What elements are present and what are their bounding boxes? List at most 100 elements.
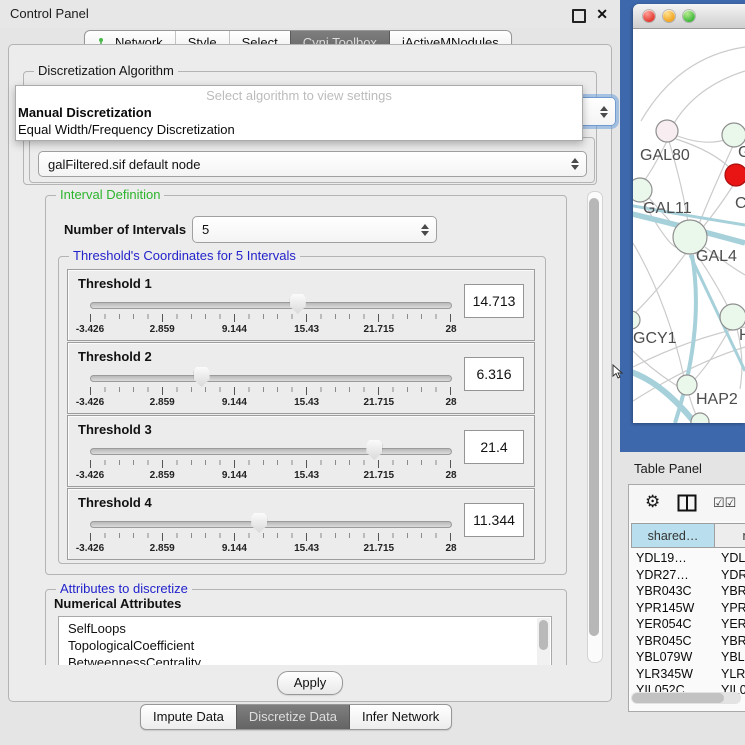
- table-toolbar: ⚙ ☑☑: [629, 485, 745, 521]
- svg-text:H: H: [739, 327, 745, 344]
- slider-tick-labels: -3.4262.8599.14415.4321.71528: [90, 543, 451, 555]
- threshold-label: Threshold 4: [78, 495, 152, 510]
- threshold-label: Threshold 3: [78, 422, 152, 437]
- slider-track[interactable]: [90, 302, 452, 309]
- node-table: ⚙ ☑☑ shared… na YDL19…YDL1 YDR27…YDR2 YB…: [628, 484, 745, 712]
- stepper-icon: [571, 158, 579, 170]
- table-panel: Table Panel ⚙ ☑☑ shared… na YDL19…YDL1 Y…: [620, 452, 745, 745]
- float-window-icon[interactable]: [572, 9, 586, 23]
- slider-thumb[interactable]: [290, 294, 306, 314]
- attributes-list[interactable]: SelfLoops TopologicalCoefficient Between…: [58, 616, 552, 665]
- stepper-icon: [600, 106, 608, 118]
- node-hap2[interactable]: [677, 375, 697, 395]
- threshold-value-field[interactable]: 14.713: [464, 284, 524, 318]
- node-partial[interactable]: [691, 413, 709, 423]
- table-panel-title: Table Panel: [634, 461, 702, 476]
- num-intervals-combobox[interactable]: 5: [192, 216, 437, 243]
- popup-option-equal-width[interactable]: Equal Width/Frequency Discretization: [18, 121, 235, 138]
- bottom-tab-bar: Impute Data Discretize Data Infer Networ…: [140, 704, 452, 730]
- slider-thumb[interactable]: [251, 513, 267, 533]
- svg-text:GAL80: GAL80: [640, 147, 690, 164]
- node-gcy1[interactable]: [633, 311, 640, 329]
- panel-title: Control Panel: [10, 0, 89, 28]
- list-item[interactable]: SelfLoops: [59, 620, 551, 637]
- tab-infer-network[interactable]: Infer Network: [349, 705, 451, 729]
- slider-ticks: [90, 460, 451, 468]
- minimize-traffic-light[interactable]: [663, 10, 675, 22]
- list-item[interactable]: BetweennessCentrality: [59, 654, 551, 665]
- column-header-shared[interactable]: shared…: [631, 523, 715, 548]
- threshold-slider[interactable]: -3.4262.8599.14415.4321.71528: [90, 296, 450, 336]
- list-scrollbar[interactable]: [537, 618, 550, 665]
- threshold-value-field[interactable]: 21.4: [464, 430, 524, 464]
- stepper-icon: [421, 224, 429, 236]
- table-row[interactable]: YPR145WYPR1: [631, 601, 745, 618]
- tab-impute-data[interactable]: Impute Data: [141, 705, 236, 729]
- slider-track[interactable]: [90, 448, 452, 455]
- group-title: Threshold's Coordinates for 5 Intervals: [69, 248, 300, 264]
- network-view-window: GAL80 GA C GAL11 GAL4 GCY1 H HAP2: [633, 4, 745, 423]
- table-row[interactable]: YDR27…YDR2: [631, 568, 745, 585]
- table-data-combobox[interactable]: galFiltered.sif default node: [38, 151, 587, 177]
- threshold-panel: Threshold 3 -3.4262.8599.14415.4321.7152…: [67, 415, 535, 487]
- thresholds-group: Threshold's Coordinates for 5 Intervals …: [58, 256, 546, 564]
- close-traffic-light[interactable]: [643, 10, 655, 22]
- slider-tick-labels: -3.4262.8599.14415.4321.71528: [90, 397, 451, 409]
- combo-value: 5: [202, 222, 209, 237]
- node-selected-red[interactable]: [725, 164, 745, 186]
- tab-label: Impute Data: [153, 705, 224, 729]
- table-row[interactable]: YBL079WYBL0: [631, 650, 745, 667]
- settings-scrollbar[interactable]: [587, 191, 603, 663]
- group-title: Discretization Algorithm: [34, 63, 178, 79]
- algorithm-dropdown-popup: Select algorithm to view settings Manual…: [15, 85, 583, 141]
- popup-option-manual-discretization[interactable]: Manual Discretization: [18, 104, 152, 121]
- popup-hint: Select algorithm to view settings: [16, 87, 582, 104]
- threshold-slider[interactable]: -3.4262.8599.14415.4321.71528: [90, 442, 450, 482]
- threshold-slider[interactable]: -3.4262.8599.14415.4321.71528: [90, 369, 450, 409]
- threshold-value-field[interactable]: 6.316: [464, 357, 524, 391]
- threshold-slider[interactable]: -3.4262.8599.14415.4321.71528: [90, 515, 450, 555]
- column-header-name[interactable]: na: [715, 523, 745, 548]
- node-gal80[interactable]: [656, 120, 678, 142]
- columns-icon[interactable]: [677, 493, 697, 513]
- threshold-panel: Threshold 1 -3.4262.8599.14415.4321.7152…: [67, 269, 535, 341]
- table-row[interactable]: YLR345WYLR3: [631, 667, 745, 684]
- svg-text:GA: GA: [738, 144, 745, 161]
- cyni-toolbox-pane: Discretization Algorithm Table Data galF…: [8, 44, 612, 702]
- threshold-label: Threshold 2: [78, 349, 152, 364]
- threshold-label: Threshold 1: [78, 276, 152, 291]
- combo-value: galFiltered.sif default node: [48, 157, 200, 172]
- slider-thumb[interactable]: [194, 367, 210, 387]
- zoom-traffic-light[interactable]: [683, 10, 695, 22]
- close-icon[interactable]: ✕: [596, 5, 608, 23]
- svg-text:HAP2: HAP2: [696, 391, 738, 408]
- node-gal11[interactable]: [633, 178, 652, 202]
- network-window-titlebar[interactable]: [633, 4, 745, 29]
- gear-icon[interactable]: ⚙: [645, 492, 660, 512]
- table-row[interactable]: YBR043CYBR0: [631, 584, 745, 601]
- table-data-group: Table Data galFiltered.sif default node: [29, 137, 595, 183]
- group-title: Interval Definition: [56, 187, 164, 203]
- slider-ticks: [90, 533, 451, 541]
- svg-text:GAL11: GAL11: [643, 200, 692, 217]
- table-row[interactable]: YER054CYER0: [631, 617, 745, 634]
- list-item[interactable]: TopologicalCoefficient: [59, 637, 551, 654]
- threshold-value-field[interactable]: 11.344: [464, 503, 524, 537]
- network-canvas[interactable]: GAL80 GA C GAL11 GAL4 GCY1 H HAP2: [633, 29, 745, 423]
- table-row[interactable]: YBR045CYBR0: [631, 634, 745, 651]
- slider-tick-labels: -3.4262.8599.14415.4321.71528: [90, 324, 451, 336]
- slider-thumb[interactable]: [366, 440, 382, 460]
- table-hscrollbar[interactable]: [631, 692, 741, 704]
- slider-ticks: [90, 387, 451, 395]
- slider-track[interactable]: [90, 521, 452, 528]
- slider-track[interactable]: [90, 375, 452, 382]
- control-panel: Control Panel ✕ Network Style Select Cyn…: [0, 0, 620, 745]
- group-title: Attributes to discretize: [56, 581, 192, 597]
- select-columns-icon[interactable]: ☑☑: [713, 495, 736, 511]
- svg-text:GCY1: GCY1: [633, 330, 677, 347]
- tab-discretize-data[interactable]: Discretize Data: [236, 705, 349, 729]
- control-panel-header: Control Panel ✕: [0, 0, 620, 28]
- table-row[interactable]: YDL19…YDL1: [631, 551, 745, 568]
- apply-button[interactable]: Apply: [277, 671, 343, 695]
- numerical-attributes-label: Numerical Attributes: [54, 596, 181, 611]
